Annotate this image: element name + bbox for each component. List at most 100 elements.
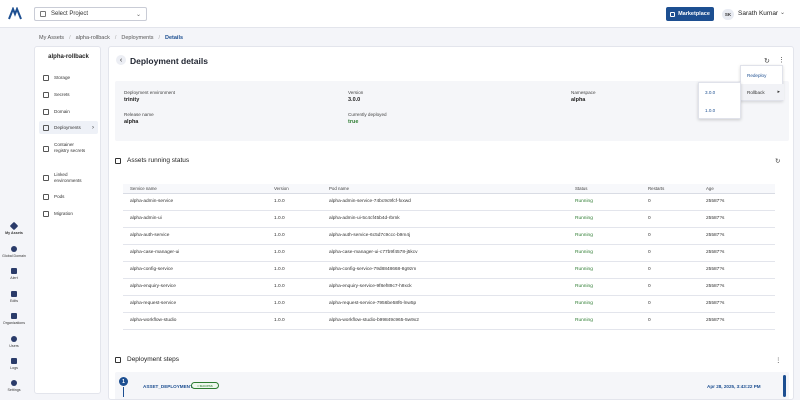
status-cell: Running <box>568 210 641 228</box>
nav-logs[interactable]: Logs <box>0 358 28 370</box>
sidebar-item-storage[interactable]: Storage <box>39 73 98 83</box>
page-title: Deployment details <box>130 56 208 66</box>
nav-label: Settings <box>7 388 21 392</box>
steps-more-vertical-icon[interactable]: ⋮ <box>775 356 782 364</box>
steps-section-title: Deployment steps <box>115 356 179 363</box>
top-bar: Select Project ⌄ Marketplace SK Sarath K… <box>0 0 800 28</box>
menu-item-label: Rollback <box>747 89 765 95</box>
nav-label: Logs <box>10 366 18 370</box>
breadcrumb-separator: / <box>158 35 161 41</box>
project-select[interactable]: Select Project ⌄ <box>34 7 147 21</box>
nav-alert[interactable]: Alert <box>0 268 28 280</box>
sidebar-item-label: Linked environments <box>54 172 82 183</box>
assets-title-text: Assets running status <box>127 157 190 164</box>
nav-label: Alert <box>10 276 18 280</box>
nav-label: Edits <box>10 299 18 303</box>
menu-item-redeploy[interactable]: Redeploy <box>741 67 784 83</box>
version-option[interactable]: 3.0.0 <box>699 84 742 101</box>
steps-title-text: Deployment steps <box>127 356 180 363</box>
version-cell: 1.0.0 <box>267 312 322 330</box>
more-vertical-icon[interactable]: ⋮ <box>778 56 785 64</box>
breadcrumb-item[interactable]: Deployments <box>121 35 153 41</box>
service-name-cell: alpha-case-manager-ui <box>123 244 267 262</box>
menu-item-rollback[interactable]: Rollback ▸ <box>741 84 784 100</box>
chevron-right-icon: › <box>92 124 94 131</box>
table-header-row: Service name Version Pod name Status Res… <box>123 184 775 194</box>
nav-global-domain[interactable]: Global Domain <box>0 246 28 258</box>
table-row: alpha-auth-service 1.0.0 alpha-auth-servic… <box>123 227 775 245</box>
service-name-cell: alpha-auth-service <box>123 227 267 245</box>
refresh-icon[interactable]: ↻ <box>764 57 770 65</box>
deployment-details-card: ‹ Deployment details ↻ ⋮ Deployment envi… <box>108 46 794 400</box>
marketplace-button[interactable]: Marketplace <box>666 7 714 21</box>
deployments-icon <box>43 124 49 131</box>
migration-icon <box>43 211 49 217</box>
assets-refresh-icon[interactable]: ↻ <box>775 157 780 165</box>
age-cell: 25587?s <box>699 244 775 262</box>
avatar[interactable]: SK <box>722 9 734 20</box>
status-cell: Running <box>568 244 641 262</box>
table-row: alpha-enquiry-service 1.0.0 alpha-enquiry-… <box>123 278 775 296</box>
status-badge: • success <box>191 382 219 389</box>
sidebar-item-linked-environments[interactable]: Linked environments <box>39 170 98 186</box>
version-value: 3.0.0 <box>348 97 361 103</box>
version-cell: 1.0.0 <box>267 193 322 211</box>
nav-users[interactable]: Users <box>0 336 28 348</box>
namespace-label: Namespace <box>571 90 596 95</box>
table-row: alpha-workflow-studio 1.0.0 alpha-workflow… <box>123 312 775 330</box>
deployment-info-panel: Deployment environment trinity Version 3… <box>115 81 789 141</box>
logs-icon <box>11 358 17 364</box>
storage-icon <box>43 75 49 81</box>
release-label: Release name <box>124 112 154 117</box>
nav-edits[interactable]: Edits <box>0 291 28 303</box>
user-icon <box>11 336 17 342</box>
sidebar-item-container-registry-secrets[interactable]: Container registry secrets <box>39 140 98 156</box>
project-select-label: Select Project <box>51 11 89 17</box>
version-label: Version <box>348 90 364 95</box>
chevron-right-icon: ▸ <box>777 89 780 95</box>
sidebar-item-label: Secrets <box>54 92 70 97</box>
user-name[interactable]: Sarath Kumar <box>738 10 778 17</box>
age-cell: 25587?s <box>699 210 775 228</box>
user-menu-chevron-icon[interactable]: ⌄ <box>780 9 785 16</box>
age-cell: 25587?s <box>699 227 775 245</box>
app-logo[interactable] <box>8 7 22 21</box>
sidebar-item-pods[interactable]: Pods <box>39 192 98 202</box>
breadcrumb: My Assets / alpha-rollback / Deployments / … <box>39 34 183 42</box>
nav-settings[interactable]: Settings <box>0 380 28 392</box>
scrollbar[interactable] <box>783 375 786 397</box>
nav-my-assets[interactable]: My Assets <box>0 221 28 235</box>
sidebar-item-migration[interactable]: Migration <box>39 209 98 219</box>
back-button[interactable]: ‹ <box>116 55 126 65</box>
table-row: alpha-admin-ui 1.0.0 alpha-admin-ui-5c4cf4… <box>123 210 775 228</box>
sidebar-item-deployments[interactable]: Deployments › <box>39 121 98 134</box>
currently-deployed-label: Currently deployed <box>348 112 387 117</box>
service-name-cell: alpha-admin-service <box>123 193 267 211</box>
restarts-cell: 0 <box>641 261 699 279</box>
version-cell: 1.0.0 <box>267 261 322 279</box>
globe-icon <box>11 246 17 252</box>
nav-organizations[interactable]: Organizations <box>0 313 28 325</box>
table-row: alpha-case-manager-ui 1.0.0 alpha-case-man… <box>123 244 775 262</box>
breadcrumb-item[interactable]: alpha-rollback <box>76 35 110 41</box>
version-option[interactable]: 1.0.0 <box>699 102 742 119</box>
breadcrumb-item[interactable]: My Assets <box>39 35 64 41</box>
breadcrumb-separator: / <box>69 35 71 41</box>
col-age: Age <box>699 184 775 194</box>
col-restarts: Restarts <box>641 184 699 194</box>
service-name-cell: alpha-request-service <box>123 295 267 313</box>
sidebar-item-domain[interactable]: Domain <box>39 107 98 117</box>
breadcrumb-current: Details <box>165 35 184 41</box>
table-row: alpha-admin-service 1.0.0 alpha-admin-serv… <box>123 193 775 211</box>
env-value: trinity <box>124 97 140 103</box>
link-icon <box>43 175 49 181</box>
col-service-name: Service name <box>123 184 267 194</box>
service-name-cell: alpha-enquiry-service <box>123 278 267 296</box>
sidebar-item-label: Pods <box>54 194 65 199</box>
step-name[interactable]: ASSET_DEPLOYMENT <box>143 384 193 389</box>
sidebar-item-label: Container registry secrets <box>54 142 86 153</box>
restarts-cell: 0 <box>641 210 699 228</box>
sidebar-item-secrets[interactable]: Secrets <box>39 90 98 100</box>
marketplace-icon <box>670 11 676 17</box>
version-cell: 1.0.0 <box>267 295 322 313</box>
